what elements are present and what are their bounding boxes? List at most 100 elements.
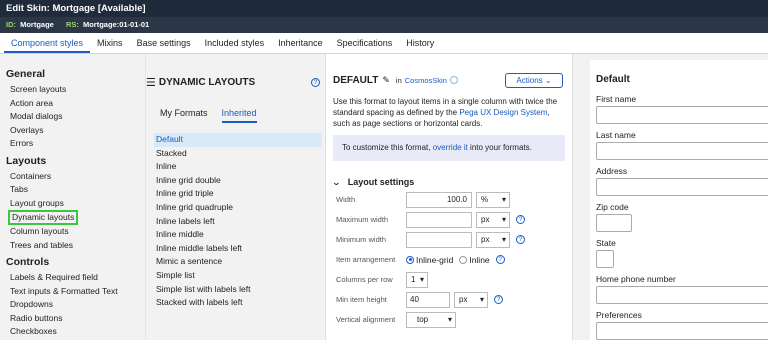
first-name-field[interactable] [596, 106, 768, 124]
component-nav: General Screen layouts Action area Modal… [0, 54, 140, 340]
min-height-unit-select[interactable]: px [454, 291, 488, 308]
format-item[interactable]: Simple list with labels left [154, 283, 322, 297]
format-item[interactable]: Stacked with labels left [154, 296, 322, 310]
tab-base-settings[interactable]: Base settings [130, 33, 198, 53]
width-input[interactable]: 100.0 [406, 191, 472, 208]
min-width-input[interactable] [406, 231, 472, 248]
zip-code-field[interactable] [596, 214, 632, 232]
nav-item-labels-required[interactable]: Labels & Required field [6, 271, 140, 285]
format-item[interactable]: Inline [154, 160, 322, 174]
nav-item-containers[interactable]: Containers [6, 170, 140, 184]
home-phone-field[interactable] [596, 286, 768, 304]
nav-item-text-inputs[interactable]: Text inputs & Formatted Text [6, 285, 140, 299]
nav-item-tabs[interactable]: Tabs [6, 183, 140, 197]
format-item[interactable]: Stacked [154, 147, 322, 161]
ux-design-link[interactable]: Pega UX Design System [459, 108, 547, 117]
valign-select[interactable]: top [406, 311, 456, 328]
max-width-unit-select[interactable]: px [476, 211, 510, 228]
skin-link[interactable]: CosmosSkin [405, 76, 447, 85]
chevron-down-icon: ⌄ [331, 177, 342, 187]
format-list: Default Stacked Inline Inline grid doubl… [146, 133, 322, 310]
nav-item-screen-layouts[interactable]: Screen layouts [6, 83, 140, 97]
min-width-row: Minimum width px ? [333, 230, 565, 249]
format-item[interactable]: Inline labels left [154, 215, 322, 229]
min-width-label: Minimum width [336, 235, 387, 244]
nav-heading-layouts: Layouts [6, 154, 47, 167]
valign-label: Vertical alignment [336, 315, 396, 324]
min-width-unit-select[interactable]: px [476, 231, 510, 248]
format-item[interactable]: Inline middle labels left [154, 242, 322, 256]
in-label: in [395, 75, 402, 85]
radio-inline-grid[interactable] [406, 255, 414, 264]
format-item-default[interactable]: Default [154, 133, 322, 147]
help-icon[interactable]: ? [516, 215, 525, 224]
arrangement-label: Item arrangement [336, 255, 396, 264]
layout-settings-header[interactable]: ⌄ Layout settings [331, 175, 565, 189]
nav-item-dynamic-layouts[interactable]: Dynamic layouts [8, 210, 79, 225]
subtab-inherited[interactable]: Inherited [221, 108, 257, 123]
id-value: Mortgage [20, 20, 54, 29]
format-item[interactable]: Inline grid triple [154, 187, 322, 201]
preferences-field[interactable] [596, 322, 768, 340]
layout-settings-title: Layout settings [347, 177, 415, 187]
address-field[interactable] [596, 178, 768, 196]
nav-item-overlays[interactable]: Overlays [6, 124, 140, 138]
valign-row: Vertical alignment top [333, 310, 565, 329]
tab-inheritance[interactable]: Inheritance [271, 33, 330, 53]
override-notice: To customize this format, override it in… [333, 135, 565, 161]
tab-component-styles[interactable]: Component styles [4, 33, 91, 53]
nav-item-action-area[interactable]: Action area [6, 97, 140, 111]
subtab-my-formats[interactable]: My Formats [160, 108, 208, 123]
width-unit-select[interactable]: % [476, 191, 510, 208]
preview-label: State [596, 238, 616, 248]
width-label: Width [336, 195, 356, 204]
max-width-input[interactable] [406, 211, 472, 228]
nav-item-dropdowns[interactable]: Dropdowns [6, 298, 140, 312]
nav-heading-controls: Controls [6, 256, 50, 268]
format-item[interactable]: Inline grid quadruple [154, 201, 322, 215]
help-icon[interactable]: ? [311, 77, 320, 87]
override-link[interactable]: override it [433, 143, 468, 152]
min-height-label: Min item height [336, 295, 387, 304]
help-icon[interactable]: ? [495, 255, 505, 264]
radio-inline[interactable] [459, 255, 468, 264]
nav-item-modal-dialogs[interactable]: Modal dialogs [6, 110, 140, 124]
max-width-label: Maximum width [336, 215, 389, 224]
format-item[interactable]: Inline grid double [154, 174, 322, 188]
tab-specifications[interactable]: Specifications [330, 33, 400, 53]
id-key: ID: [6, 20, 16, 29]
nav-item-checkboxes[interactable]: Checkboxes [6, 325, 140, 339]
columns-row: Columns per row 1 [333, 270, 565, 289]
format-item[interactable]: Mimic a sentence [154, 255, 322, 269]
tab-mixins[interactable]: Mixins [90, 33, 130, 53]
arrangement-row: Item arrangement Inline-grid Inline ? [333, 250, 565, 269]
help-icon[interactable]: ? [494, 295, 503, 304]
globe-icon [449, 76, 458, 84]
menu-icon[interactable]: ☰ [146, 76, 156, 89]
pencil-icon[interactable]: ✎ [382, 75, 390, 86]
nav-item-errors[interactable]: Errors [6, 137, 140, 151]
nav-item-trees-and-tables[interactable]: Trees and tables [6, 239, 140, 253]
columns-select[interactable]: 1 [406, 271, 428, 288]
nav-item-radio-buttons[interactable]: Radio buttons [6, 312, 140, 326]
preview-label: Address [596, 166, 628, 176]
format-item[interactable]: Inline middle [154, 228, 322, 242]
tab-history[interactable]: History [399, 33, 441, 53]
main-tabs: Component styles Mixins Base settings In… [0, 33, 768, 54]
help-icon[interactable]: ? [516, 235, 525, 244]
preview-label: Preferences [596, 310, 642, 320]
nav-item-layout-groups[interactable]: Layout groups [6, 197, 140, 211]
nav-item-column-layouts[interactable]: Column layouts [6, 225, 140, 239]
state-field[interactable] [596, 250, 614, 268]
format-item[interactable]: Simple list [154, 269, 322, 283]
rs-value: Mortgage:01-01-01 [82, 20, 150, 29]
last-name-field[interactable] [596, 142, 768, 160]
columns-label: Columns per row [336, 275, 393, 284]
main-area: General Screen layouts Action area Modal… [0, 54, 768, 340]
tab-included-styles[interactable]: Included styles [198, 33, 272, 53]
preview-label: Zip code [596, 202, 629, 212]
nav-heading-general: General [6, 68, 46, 80]
id-bar: ID: Mortgage RS: Mortgage:01-01-01 [0, 17, 768, 33]
min-height-input[interactable]: 40 [406, 291, 450, 308]
actions-button[interactable]: Actions ⌄ [505, 72, 563, 88]
